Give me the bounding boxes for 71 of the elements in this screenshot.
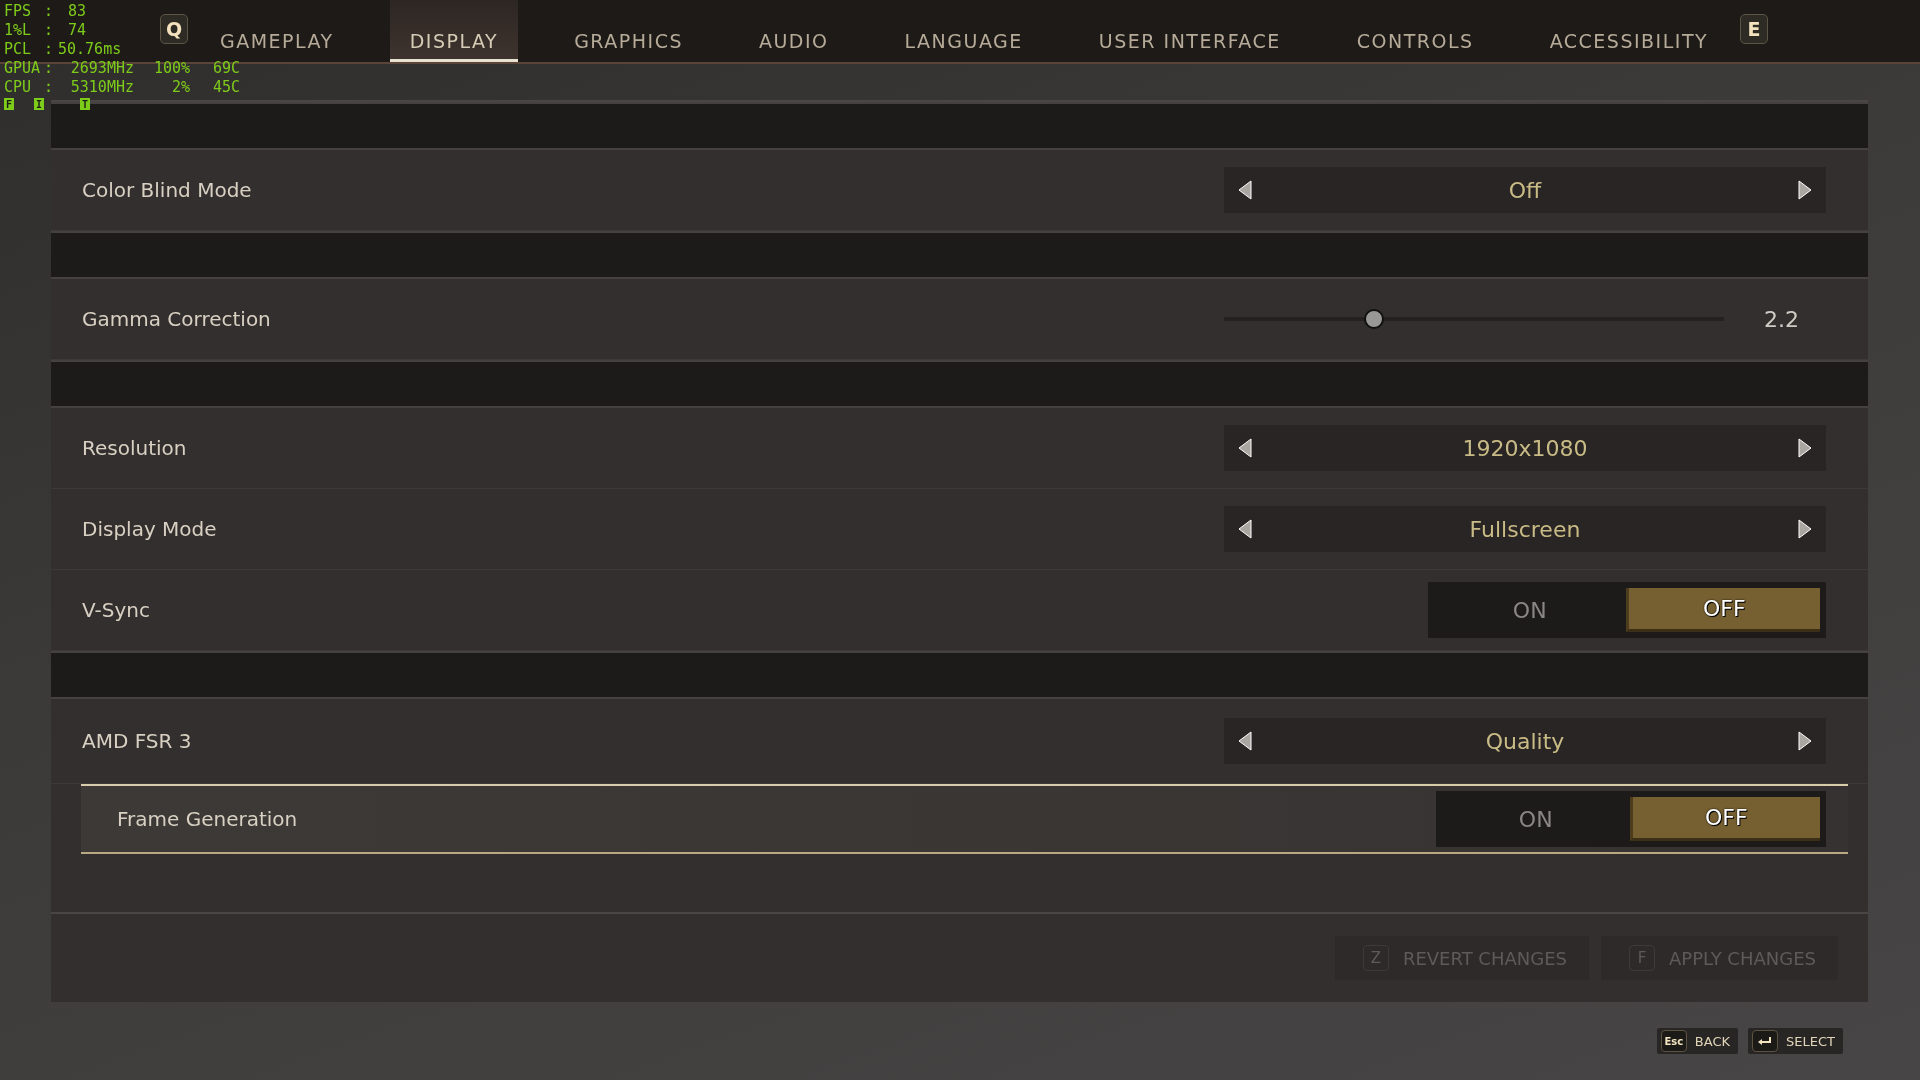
setting-row[interactable]: Resolution 1920x1080 bbox=[51, 408, 1868, 489]
setting-label: Color Blind Mode bbox=[82, 178, 252, 202]
overlay-label: FPS bbox=[4, 2, 33, 21]
right-arrow-icon[interactable] bbox=[1798, 180, 1812, 200]
menu-tab[interactable]: ACCESSIBILITY bbox=[1529, 0, 1729, 62]
setting-label: Frame Generation bbox=[117, 807, 298, 831]
control-hint[interactable]: Esc BACK bbox=[1656, 1028, 1739, 1054]
toggle-option[interactable]: OFF bbox=[1625, 588, 1820, 632]
overlay-label: CPU bbox=[4, 78, 33, 97]
setting-label: Display Mode bbox=[82, 517, 217, 541]
overlay-label: PCL bbox=[4, 40, 33, 59]
enter-key-icon bbox=[1752, 1030, 1779, 1052]
overlay-value: 5310MHz bbox=[69, 78, 134, 97]
option-selector[interactable]: 1920x1080 bbox=[1224, 425, 1826, 471]
menu-tab[interactable]: CONTROLS bbox=[1336, 0, 1494, 62]
setting-label: Resolution bbox=[82, 436, 187, 460]
overlay-value: 69C bbox=[211, 59, 240, 78]
key-hint: Esc bbox=[1660, 1030, 1687, 1052]
overlay-label: 1%L bbox=[4, 21, 33, 40]
option-selector[interactable]: Quality bbox=[1224, 718, 1826, 764]
overlay-value: 2% bbox=[170, 78, 190, 97]
overlay-flag: I bbox=[34, 98, 44, 110]
overlay-value: 83 bbox=[68, 2, 88, 21]
option-value: 1920x1080 bbox=[1462, 435, 1588, 461]
toggle-option[interactable]: ON bbox=[1434, 588, 1626, 632]
setting-row[interactable]: Display Mode Fullscreen bbox=[51, 489, 1868, 570]
overlay-value: 2693MHz bbox=[69, 59, 134, 78]
key-hint: Q bbox=[160, 14, 188, 44]
left-arrow-icon[interactable] bbox=[1238, 731, 1252, 751]
toggle-option[interactable]: OFF bbox=[1629, 797, 1820, 841]
overlay-value: 45C bbox=[211, 78, 240, 97]
menu-tab[interactable]: GAMEPLAY bbox=[200, 0, 354, 62]
right-arrow-icon[interactable] bbox=[1798, 519, 1812, 539]
slider-value: 2.2 bbox=[1764, 306, 1799, 332]
setting-row[interactable]: AMD FSR 3 Quality bbox=[51, 699, 1868, 784]
menu-tab[interactable]: GRAPHICS bbox=[554, 0, 703, 62]
toggle-option[interactable]: ON bbox=[1442, 797, 1630, 841]
option-selector[interactable]: Off bbox=[1224, 167, 1826, 213]
selected-setting-row[interactable]: Frame Generation ON OFF bbox=[81, 784, 1848, 854]
menu-tab[interactable]: USER INTERFACE bbox=[1078, 0, 1301, 62]
key-hint: E bbox=[1740, 14, 1769, 44]
overlay-colon: : bbox=[44, 2, 55, 21]
overlay-colon: : bbox=[44, 78, 55, 97]
slider-thumb[interactable] bbox=[1364, 309, 1384, 329]
right-arrow-icon[interactable] bbox=[1798, 731, 1812, 751]
overlay-value: 74 bbox=[68, 21, 88, 40]
overlay-flag: F bbox=[4, 98, 14, 110]
setting-label: Gamma Correction bbox=[82, 307, 271, 331]
option-selector[interactable]: Fullscreen bbox=[1224, 506, 1826, 552]
left-arrow-icon[interactable] bbox=[1238, 519, 1252, 539]
overlay-value: 50.76ms bbox=[58, 40, 123, 59]
setting-label: AMD FSR 3 bbox=[82, 729, 192, 753]
left-arrow-icon[interactable] bbox=[1238, 180, 1252, 200]
menu-tab[interactable]: LANGUAGE bbox=[884, 0, 1043, 62]
option-value: Fullscreen bbox=[1469, 516, 1581, 542]
overlay-colon: : bbox=[44, 40, 55, 59]
left-arrow-icon[interactable] bbox=[1238, 438, 1252, 458]
overlay-colon: : bbox=[44, 21, 55, 40]
overlay-colon: : bbox=[44, 59, 55, 78]
overlay-value: 100% bbox=[152, 59, 190, 78]
right-arrow-icon[interactable] bbox=[1798, 438, 1812, 458]
setting-row[interactable]: Color Blind Mode Off bbox=[51, 150, 1868, 231]
overlay-flag: T bbox=[80, 98, 90, 110]
option-value: Off bbox=[1508, 177, 1542, 203]
control-hint[interactable]: SELECT bbox=[1748, 1028, 1843, 1054]
setting-row[interactable]: V-Sync ON OFF bbox=[51, 570, 1868, 651]
setting-label: V-Sync bbox=[82, 598, 150, 622]
menu-tab[interactable]: AUDIO bbox=[738, 0, 849, 62]
option-value: Quality bbox=[1485, 728, 1565, 754]
menu-tab[interactable]: DISPLAY bbox=[389, 0, 519, 62]
overlay-label: GPUA bbox=[4, 59, 42, 78]
